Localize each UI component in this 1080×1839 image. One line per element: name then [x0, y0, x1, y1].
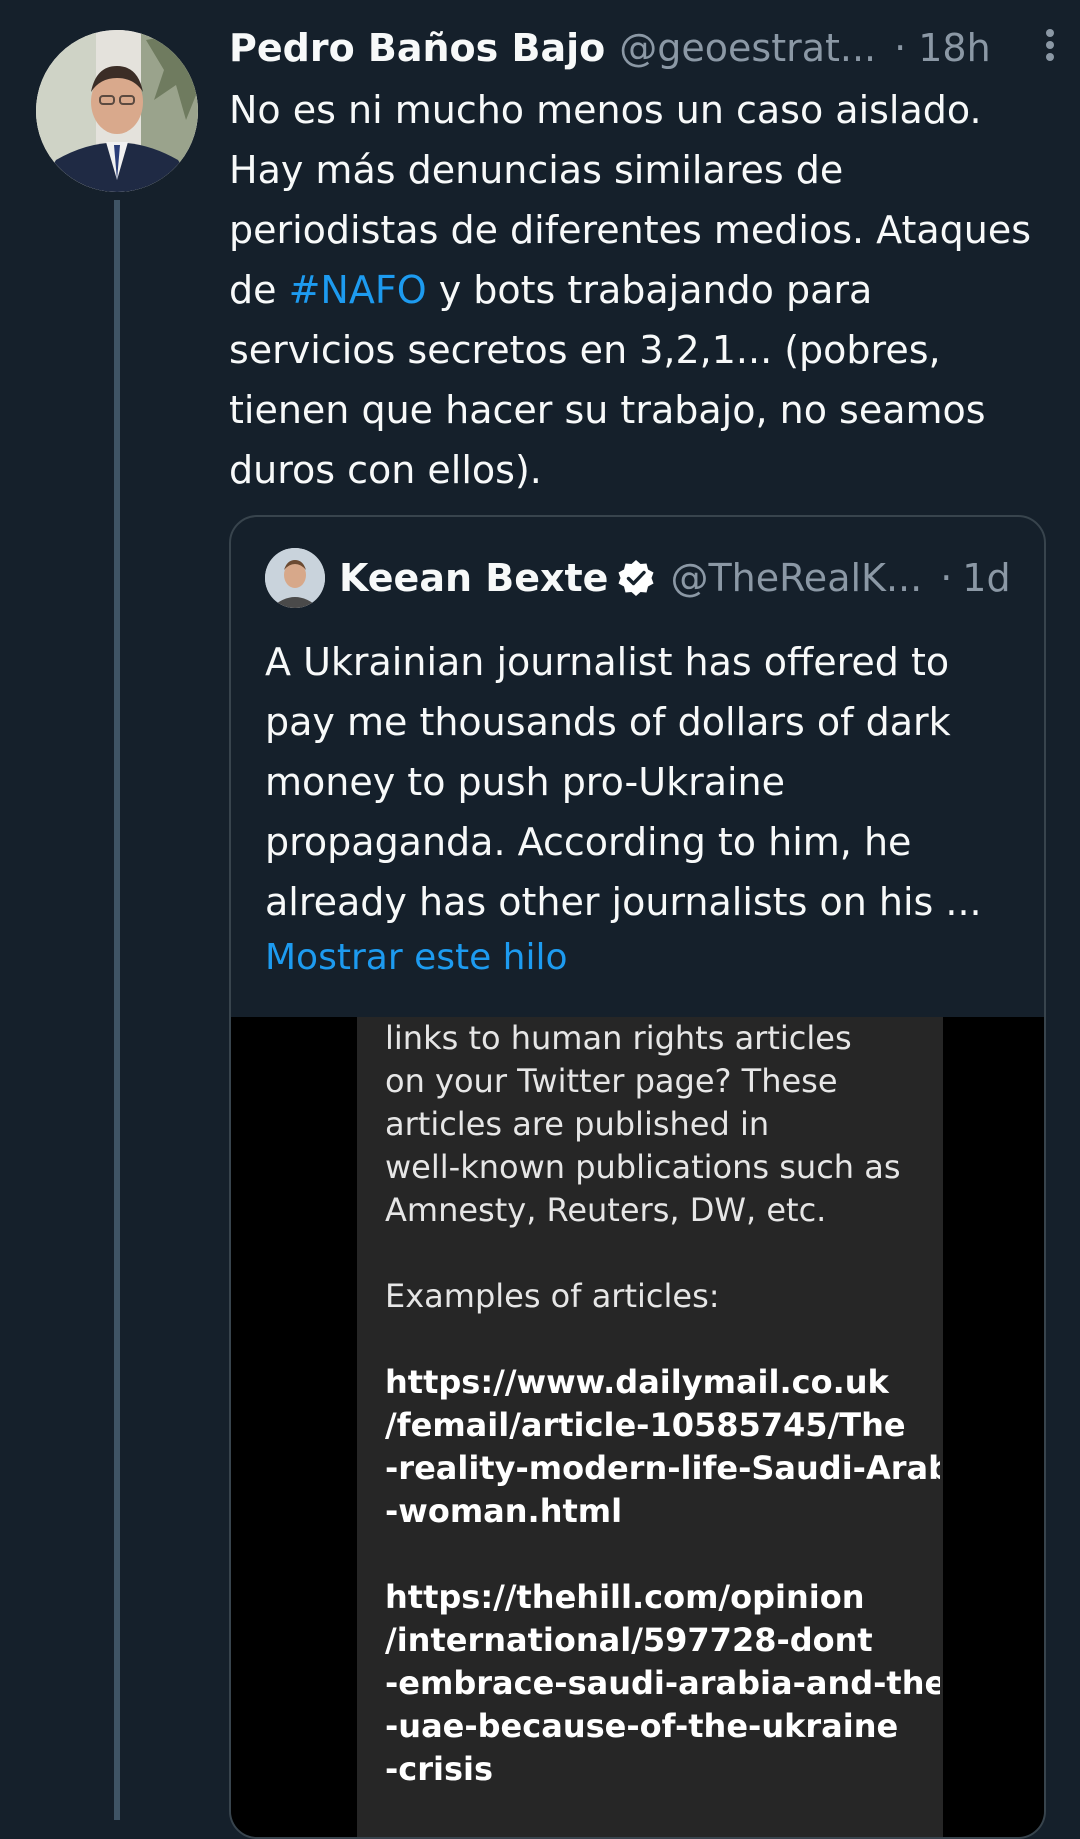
author-display-name[interactable]: Pedro Baños Bajo — [229, 26, 605, 70]
screenshot-link-line: https://www.dailymail.co.uk — [385, 1363, 889, 1401]
author-avatar[interactable] — [36, 30, 198, 192]
quoted-author-handle[interactable]: @TheRealK... — [670, 556, 922, 600]
header-separator: · — [894, 26, 907, 70]
screenshot-link-line: -crisis — [385, 1750, 494, 1788]
quoted-tweet-text: A Ukrainian journalist has offered to pa… — [265, 640, 982, 924]
quoted-tweet-media[interactable]: links to human rights articles on your T… — [231, 1017, 1044, 1837]
screenshot-line: articles are published in — [385, 1105, 770, 1143]
show-thread-link[interactable]: Mostrar este hilo — [265, 937, 568, 978]
screenshot-link-line: -embrace-saudi-arabia-and-the — [385, 1664, 940, 1702]
quoted-avatar-image — [265, 548, 325, 608]
quoted-tweet-timestamp[interactable]: 1d — [962, 556, 1010, 600]
tweet-header: Pedro Baños Bajo @geoestrat... · 18h — [229, 22, 1060, 74]
author-handle[interactable]: @geoestrat... — [619, 26, 876, 70]
screenshot-link-line: /femail/article-10585745/The — [385, 1406, 906, 1444]
screenshot-link-line: -reality-modern-life-Saudi-Arabi — [385, 1449, 940, 1487]
hashtag-link[interactable]: #NAFO — [289, 268, 427, 312]
quoted-header-separator: · — [940, 556, 953, 600]
quoted-author-avatar — [265, 548, 325, 608]
screenshot-link-line: -uae-because-of-the-ukraine — [385, 1707, 899, 1745]
screenshot-line: links to human rights articles — [385, 1019, 852, 1057]
screenshot-line: well-known publications such as — [385, 1148, 901, 1186]
quoted-author-display-name[interactable]: Keean Bexte — [339, 556, 608, 600]
thread-connector-line — [114, 200, 120, 1820]
quoted-tweet-card[interactable]: Keean Bexte @TheRealK... · 1d A Ukrainia… — [229, 515, 1046, 1839]
screenshot-text: links to human rights articles on your T… — [385, 1017, 940, 1791]
verified-badge-icon — [618, 560, 654, 596]
quoted-tweet-header: Keean Bexte @TheRealK... · 1d — [265, 547, 1024, 609]
more-vertical-icon[interactable] — [1040, 26, 1060, 70]
screenshot-link-line: https://thehill.com/opinion — [385, 1578, 865, 1616]
message-screenshot: links to human rights articles on your T… — [357, 1017, 943, 1837]
tweet-text: No es ni mucho menos un caso aislado. Ha… — [229, 80, 1049, 500]
screenshot-line: Amnesty, Reuters, DW, etc. — [385, 1191, 827, 1229]
screenshot-line: on your Twitter page? These — [385, 1062, 838, 1100]
tweet-timestamp[interactable]: 18h — [918, 26, 990, 70]
screenshot-link-line: /international/597728-dont — [385, 1621, 873, 1659]
author-avatar-image — [36, 30, 198, 192]
screenshot-examples-heading: Examples of articles: — [385, 1277, 720, 1315]
screenshot-link-line: -woman.html — [385, 1492, 623, 1530]
